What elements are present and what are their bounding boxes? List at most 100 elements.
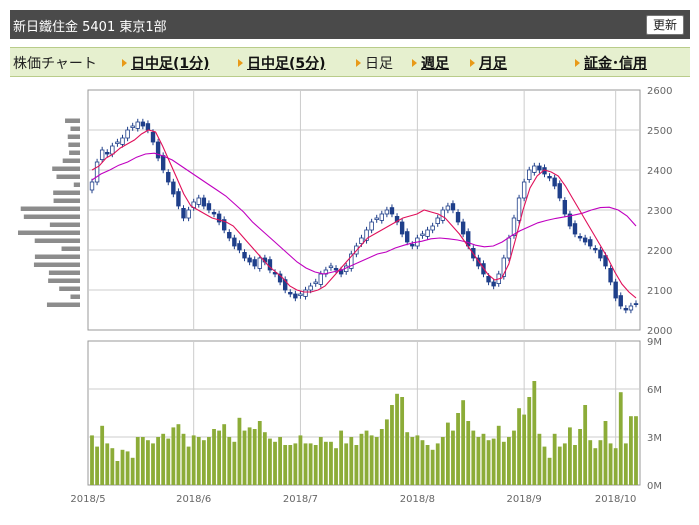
- volume-profile-bar: [59, 286, 80, 291]
- candle-body: [491, 281, 496, 287]
- volume-bar: [252, 429, 257, 485]
- volume-bar: [262, 432, 267, 485]
- volume-bar: [598, 440, 603, 485]
- candle-body: [257, 257, 262, 269]
- volume-bar: [201, 440, 206, 485]
- volume-bar: [166, 438, 171, 485]
- volume-bar: [207, 437, 211, 485]
- volume-profile-bar: [65, 118, 80, 123]
- volume-profile-bar: [34, 254, 80, 259]
- candle-body: [593, 247, 598, 251]
- candle-body: [288, 291, 293, 295]
- candle-body: [105, 151, 110, 155]
- candle-body: [99, 149, 105, 161]
- volume-profile-bar: [73, 182, 80, 187]
- candle-body: [577, 235, 583, 239]
- candle-body: [196, 197, 201, 205]
- volume-bar: [466, 421, 471, 485]
- volume-bar: [506, 437, 511, 485]
- volume-profile-bar: [46, 302, 80, 307]
- volume-bar: [359, 433, 364, 485]
- volume-profile-bar: [18, 230, 80, 235]
- volume-bar: [532, 381, 537, 485]
- volume-bar: [130, 457, 135, 485]
- volume-profile-bar: [23, 214, 81, 219]
- x-tick-label: 2018/6: [176, 494, 211, 505]
- candle-body: [506, 237, 512, 259]
- volume-bar: [247, 427, 252, 485]
- volume-profile-bar: [61, 246, 80, 251]
- volume-bar: [603, 421, 608, 485]
- volume-bar: [227, 437, 232, 485]
- volume-profile-bar: [62, 158, 80, 163]
- candle-body: [420, 233, 425, 237]
- volume-bar: [242, 430, 247, 485]
- candle-body: [125, 129, 130, 139]
- volume-bar: [618, 392, 623, 485]
- volume-bar: [237, 417, 242, 485]
- volume-profile-bar: [33, 262, 80, 267]
- volume-bar: [298, 435, 303, 485]
- candle-body: [201, 197, 207, 207]
- volume-bar: [384, 419, 389, 485]
- price-tick-label: 2400: [647, 166, 672, 177]
- candle-body: [405, 231, 410, 243]
- volume-bar: [537, 433, 542, 485]
- candle-body: [313, 281, 318, 285]
- volume-bar: [501, 441, 506, 485]
- volume-bar: [191, 435, 196, 485]
- candle-body: [562, 199, 568, 215]
- volume-tick-label: 9M: [647, 337, 662, 348]
- volume-tick-label: 6M: [647, 385, 662, 396]
- volume-bar: [95, 446, 99, 485]
- x-tick-label: 2018/10: [595, 494, 637, 505]
- volume-bar: [273, 441, 277, 485]
- volume-bar: [578, 429, 582, 485]
- candle-body: [572, 223, 578, 235]
- price-tick-label: 2200: [647, 246, 672, 257]
- volume-profile-bar: [70, 126, 80, 131]
- candle-body: [176, 191, 181, 207]
- candle-body: [582, 237, 588, 243]
- volume-profile-bar: [52, 166, 80, 171]
- volume-bar: [278, 437, 283, 485]
- candle-body: [333, 267, 339, 271]
- candle-body: [369, 221, 374, 231]
- candle-body: [623, 307, 629, 311]
- candle-body: [389, 207, 395, 215]
- volume-bar: [293, 443, 298, 485]
- volume-bar: [171, 427, 176, 485]
- volume-bar: [456, 413, 460, 485]
- candle-body: [516, 197, 522, 221]
- volume-bar: [151, 443, 155, 485]
- candle-body: [181, 207, 186, 219]
- x-tick-label: 2018/9: [507, 494, 542, 505]
- price-tick-label: 2100: [647, 286, 672, 297]
- volume-bar: [400, 397, 405, 485]
- candle-body: [211, 211, 217, 215]
- volume-bar: [308, 443, 313, 485]
- volume-bar: [288, 445, 293, 485]
- volume-profile-bar: [53, 190, 80, 195]
- candle-body: [293, 293, 298, 299]
- candle-body: [633, 303, 639, 306]
- candle-body: [252, 259, 257, 267]
- volume-bar: [344, 443, 349, 485]
- candle-body: [450, 203, 456, 211]
- candle-body: [155, 141, 161, 159]
- candle-body: [328, 265, 334, 269]
- volume-bar: [410, 437, 415, 485]
- volume-profile-bar: [49, 222, 80, 227]
- volume-bar: [491, 438, 496, 485]
- volume-bar: [110, 448, 115, 485]
- candle-body: [318, 273, 323, 285]
- candle-body: [242, 251, 247, 259]
- volume-tick-label: 3M: [647, 433, 662, 444]
- candle-body: [598, 249, 603, 259]
- volume-bar: [232, 441, 237, 485]
- volume-bar: [613, 448, 618, 485]
- candle-body: [628, 305, 634, 311]
- volume-bar: [512, 430, 516, 485]
- volume-bar: [547, 457, 552, 485]
- volume-bar: [354, 445, 359, 485]
